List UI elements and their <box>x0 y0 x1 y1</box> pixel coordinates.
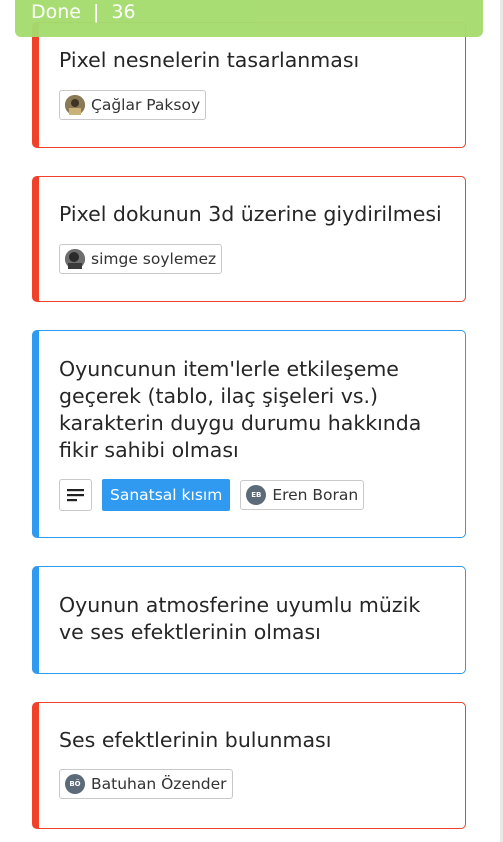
avatar <box>65 95 85 115</box>
assignee-name: Eren Boran <box>272 486 359 504</box>
column-header[interactable]: Done | 36 <box>15 0 483 37</box>
assignee-chip[interactable]: Çağlar Paksoy <box>59 90 207 120</box>
assignee-name: Çağlar Paksoy <box>91 96 201 114</box>
task-card[interactable]: Oyuncunun item'lerle etkileşeme geçerek … <box>32 330 466 538</box>
assignee-chip[interactable]: BÖ Batuhan Özender <box>59 769 233 799</box>
assignee-name: Batuhan Özender <box>91 775 227 793</box>
label-chip[interactable]: Sanatsal kısım <box>102 479 231 511</box>
avatar-initials: BÖ <box>65 774 85 794</box>
assignee-chip[interactable]: simge soylemez <box>59 244 223 274</box>
assignee-chip[interactable]: EB Eren Boran <box>240 480 365 510</box>
card-title: Oyunun atmosferine uyumlu müzik ve ses e… <box>59 593 421 644</box>
column-count: 36 <box>111 1 136 23</box>
avatar <box>65 249 85 269</box>
task-card[interactable]: Ses efektlerinin bulunması BÖ Batuhan Öz… <box>32 702 466 829</box>
task-card[interactable]: Oyunun atmosferine uyumlu müzik ve ses e… <box>32 566 466 674</box>
avatar-initials: EB <box>246 485 267 505</box>
card-title: Pixel dokunun 3d üzerine giydirilmesi <box>59 202 442 226</box>
description-icon <box>67 489 84 502</box>
column-status: Done <box>31 1 81 23</box>
task-card[interactable]: Pixel dokunun 3d üzerine giydirilmesi si… <box>32 176 466 302</box>
header-separator: | <box>93 1 100 23</box>
description-button[interactable] <box>59 479 92 511</box>
task-card[interactable]: Pixel nesnelerin tasarlanması Çağlar Pak… <box>32 22 466 148</box>
card-title: Oyuncunun item'lerle etkileşeme geçerek … <box>59 357 422 462</box>
card-title: Ses efektlerinin bulunması <box>59 728 332 752</box>
assignee-name: simge soylemez <box>91 250 217 268</box>
